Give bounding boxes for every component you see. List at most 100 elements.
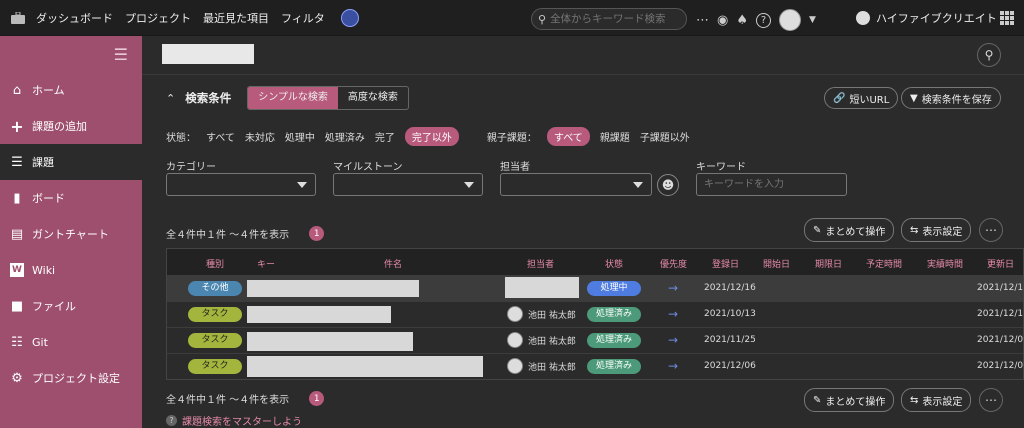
apps-grid-icon[interactable] (1000, 11, 1014, 25)
save-conditions-button[interactable]: ▼ 検索条件を保存 (901, 87, 1001, 109)
assignee-name: 池田 祐太郎 (528, 310, 576, 321)
conditions-title[interactable]: 検索条件 (185, 90, 231, 106)
col-summary[interactable]: 件名 (384, 257, 402, 270)
table-header: 種別 キー 件名 担当者 状態 優先度 登録日 開始日 期限日 予定時間 実績時… (167, 249, 1023, 275)
nav-dashboard[interactable]: ダッシュボード (36, 10, 113, 26)
status-option-resolved[interactable]: 処理済み (325, 129, 365, 144)
global-search[interactable]: ⚲ (531, 8, 687, 30)
category-select[interactable] (166, 173, 316, 196)
col-due[interactable]: 期限日 (815, 257, 842, 270)
global-search-input[interactable] (550, 13, 681, 25)
table-row[interactable]: タスク 池田 祐太郎 処理済み → 2021/10/13 2021/12/15 (167, 301, 1023, 327)
more-icon[interactable]: ⋯ (979, 388, 1003, 412)
sidebar-item-add-issue[interactable]: + 課題の追加 (0, 108, 142, 144)
assignee-name: 池田 祐太郎 (528, 336, 576, 347)
tab-advanced-search[interactable]: 高度な検索 (338, 87, 408, 109)
eye-icon[interactable]: ◉ (717, 13, 728, 28)
display-settings-button[interactable]: ⇆ 表示設定 (901, 388, 972, 412)
nav-projects[interactable]: プロジェクト (125, 10, 191, 26)
search-icon[interactable]: ⚲ (977, 43, 1001, 67)
wiki-icon: W (10, 263, 24, 277)
help-link[interactable]: ? 課題検索をマスターしよう (166, 413, 302, 428)
sidebar-item-issues[interactable]: ☰ 課題 (0, 144, 142, 180)
issue-summary-redacted[interactable] (247, 306, 391, 323)
user-icon[interactable]: ☻ (657, 174, 679, 196)
keyword-label: キーワード (696, 162, 746, 173)
col-start[interactable]: 開始日 (763, 257, 790, 270)
more-icon[interactable]: ⋯ (979, 218, 1003, 242)
status-filter-label: 状態： (166, 133, 196, 144)
bulk-action-button[interactable]: ✎ まとめて操作 (804, 218, 895, 242)
issue-summary-redacted[interactable] (247, 332, 413, 351)
registered-date: 2021/10/13 (704, 309, 756, 319)
bell-icon[interactable]: ♠ (736, 13, 748, 28)
sidebar-item-board[interactable]: ▮ ボード (0, 180, 142, 216)
more-icon[interactable]: ⋯ (696, 13, 709, 28)
col-updated[interactable]: 更新日 (987, 257, 1014, 270)
page-number[interactable]: 1 (309, 226, 325, 241)
col-registered[interactable]: 登録日 (712, 257, 739, 270)
table-row[interactable]: その他 処理中 → 2021/12/16 2021/12/17 (167, 275, 1023, 301)
table-row[interactable]: タスク 池田 祐太郎 処理済み → 2021/12/06 2021/12/07 (167, 353, 1023, 379)
parent-option-all[interactable]: すべて (546, 127, 590, 146)
search-conditions-header: ⌃ 検索条件 シンプルな検索 高度な検索 (166, 86, 409, 110)
status-option-closed[interactable]: 完了 (375, 129, 395, 144)
status-option-in-progress[interactable]: 処理中 (285, 129, 315, 144)
tab-simple-search[interactable]: シンプルな検索 (248, 87, 338, 109)
status-filter-row: 状態： すべて 未対応 処理中 処理済み 完了 完了以外 親子課題： すべて 親… (166, 127, 690, 146)
sidebar-item-project-settings[interactable]: ⚙ プロジェクト設定 (0, 360, 142, 396)
briefcase-icon[interactable] (0, 11, 36, 24)
col-assignee[interactable]: 担当者 (527, 257, 554, 270)
col-status[interactable]: 状態 (605, 257, 623, 270)
help-icon[interactable]: ? (756, 12, 771, 28)
page-number[interactable]: 1 (309, 391, 325, 406)
sidebar-item-files[interactable]: ■ ファイル (0, 288, 142, 324)
menu-icon[interactable]: ☰ (0, 36, 142, 72)
display-settings-button[interactable]: ⇆ 表示設定 (901, 218, 972, 242)
sidebar-item-label: 課題の追加 (32, 120, 87, 133)
table-row[interactable]: タスク 池田 祐太郎 処理済み → 2021/11/25 2021/12/08 (167, 327, 1023, 353)
milestone-select[interactable] (333, 173, 483, 196)
user-avatar[interactable] (779, 9, 801, 31)
chevron-down-icon (297, 182, 307, 188)
sidebar-item-label: ガントチャート (32, 228, 109, 241)
short-url-button[interactable]: 🔗 短いURL (824, 87, 899, 109)
parent-option-not-child[interactable]: 子課題以外 (640, 129, 690, 144)
sidebar: ☰ ⌂ ホーム + 課題の追加 ☰ 課題 ▮ ボード ▤ ガントチャート W Wiki ■ フ… (0, 36, 142, 428)
avatar (507, 358, 523, 374)
nav-recent[interactable]: 最近見た項目 (203, 10, 269, 26)
col-priority[interactable]: 優先度 (660, 257, 687, 270)
gantt-icon: ▤ (10, 226, 24, 242)
sidebar-item-wiki[interactable]: W Wiki (0, 252, 142, 288)
parent-option-parent[interactable]: 親課題 (600, 129, 630, 144)
nav-filter[interactable]: フィルタ (281, 10, 325, 26)
keyword-input[interactable] (696, 173, 847, 196)
globe-icon[interactable] (340, 8, 359, 27)
assignee-cell: 池田 祐太郎 (507, 332, 576, 348)
status-option-not-closed[interactable]: 完了以外 (404, 127, 459, 146)
status-badge: 処理済み (587, 333, 641, 348)
chevron-down-icon[interactable]: ▼ (809, 15, 816, 25)
issue-type-badge: タスク (188, 359, 242, 374)
org-switcher[interactable]: ハイファイブクリエイト (856, 10, 997, 26)
col-estimated[interactable]: 予定時間 (866, 257, 902, 270)
sidebar-item-git[interactable]: ☷ Git (0, 324, 142, 360)
bulk-action-button[interactable]: ✎ まとめて操作 (804, 388, 895, 412)
issue-summary-redacted[interactable] (247, 280, 419, 297)
short-url-label: 短いURL (849, 94, 890, 106)
status-badge: 処理中 (587, 281, 641, 296)
display-settings-label: 表示設定 (922, 226, 963, 238)
sidebar-item-gantt[interactable]: ▤ ガントチャート (0, 216, 142, 252)
col-key[interactable]: キー (257, 257, 275, 270)
sidebar-item-home[interactable]: ⌂ ホーム (0, 72, 142, 108)
col-actual[interactable]: 実績時間 (927, 257, 963, 270)
col-type[interactable]: 種別 (206, 257, 224, 270)
assignee-cell: 池田 祐太郎 (507, 306, 576, 322)
assignee-cell: 池田 祐太郎 (507, 358, 576, 374)
priority-normal-icon: → (668, 307, 679, 321)
issue-summary-redacted[interactable] (247, 356, 483, 377)
assignee-select[interactable] (500, 173, 652, 196)
status-option-open[interactable]: 未対応 (245, 129, 275, 144)
chevron-up-icon[interactable]: ⌃ (166, 92, 175, 105)
status-option-all[interactable]: すべて (206, 129, 235, 144)
